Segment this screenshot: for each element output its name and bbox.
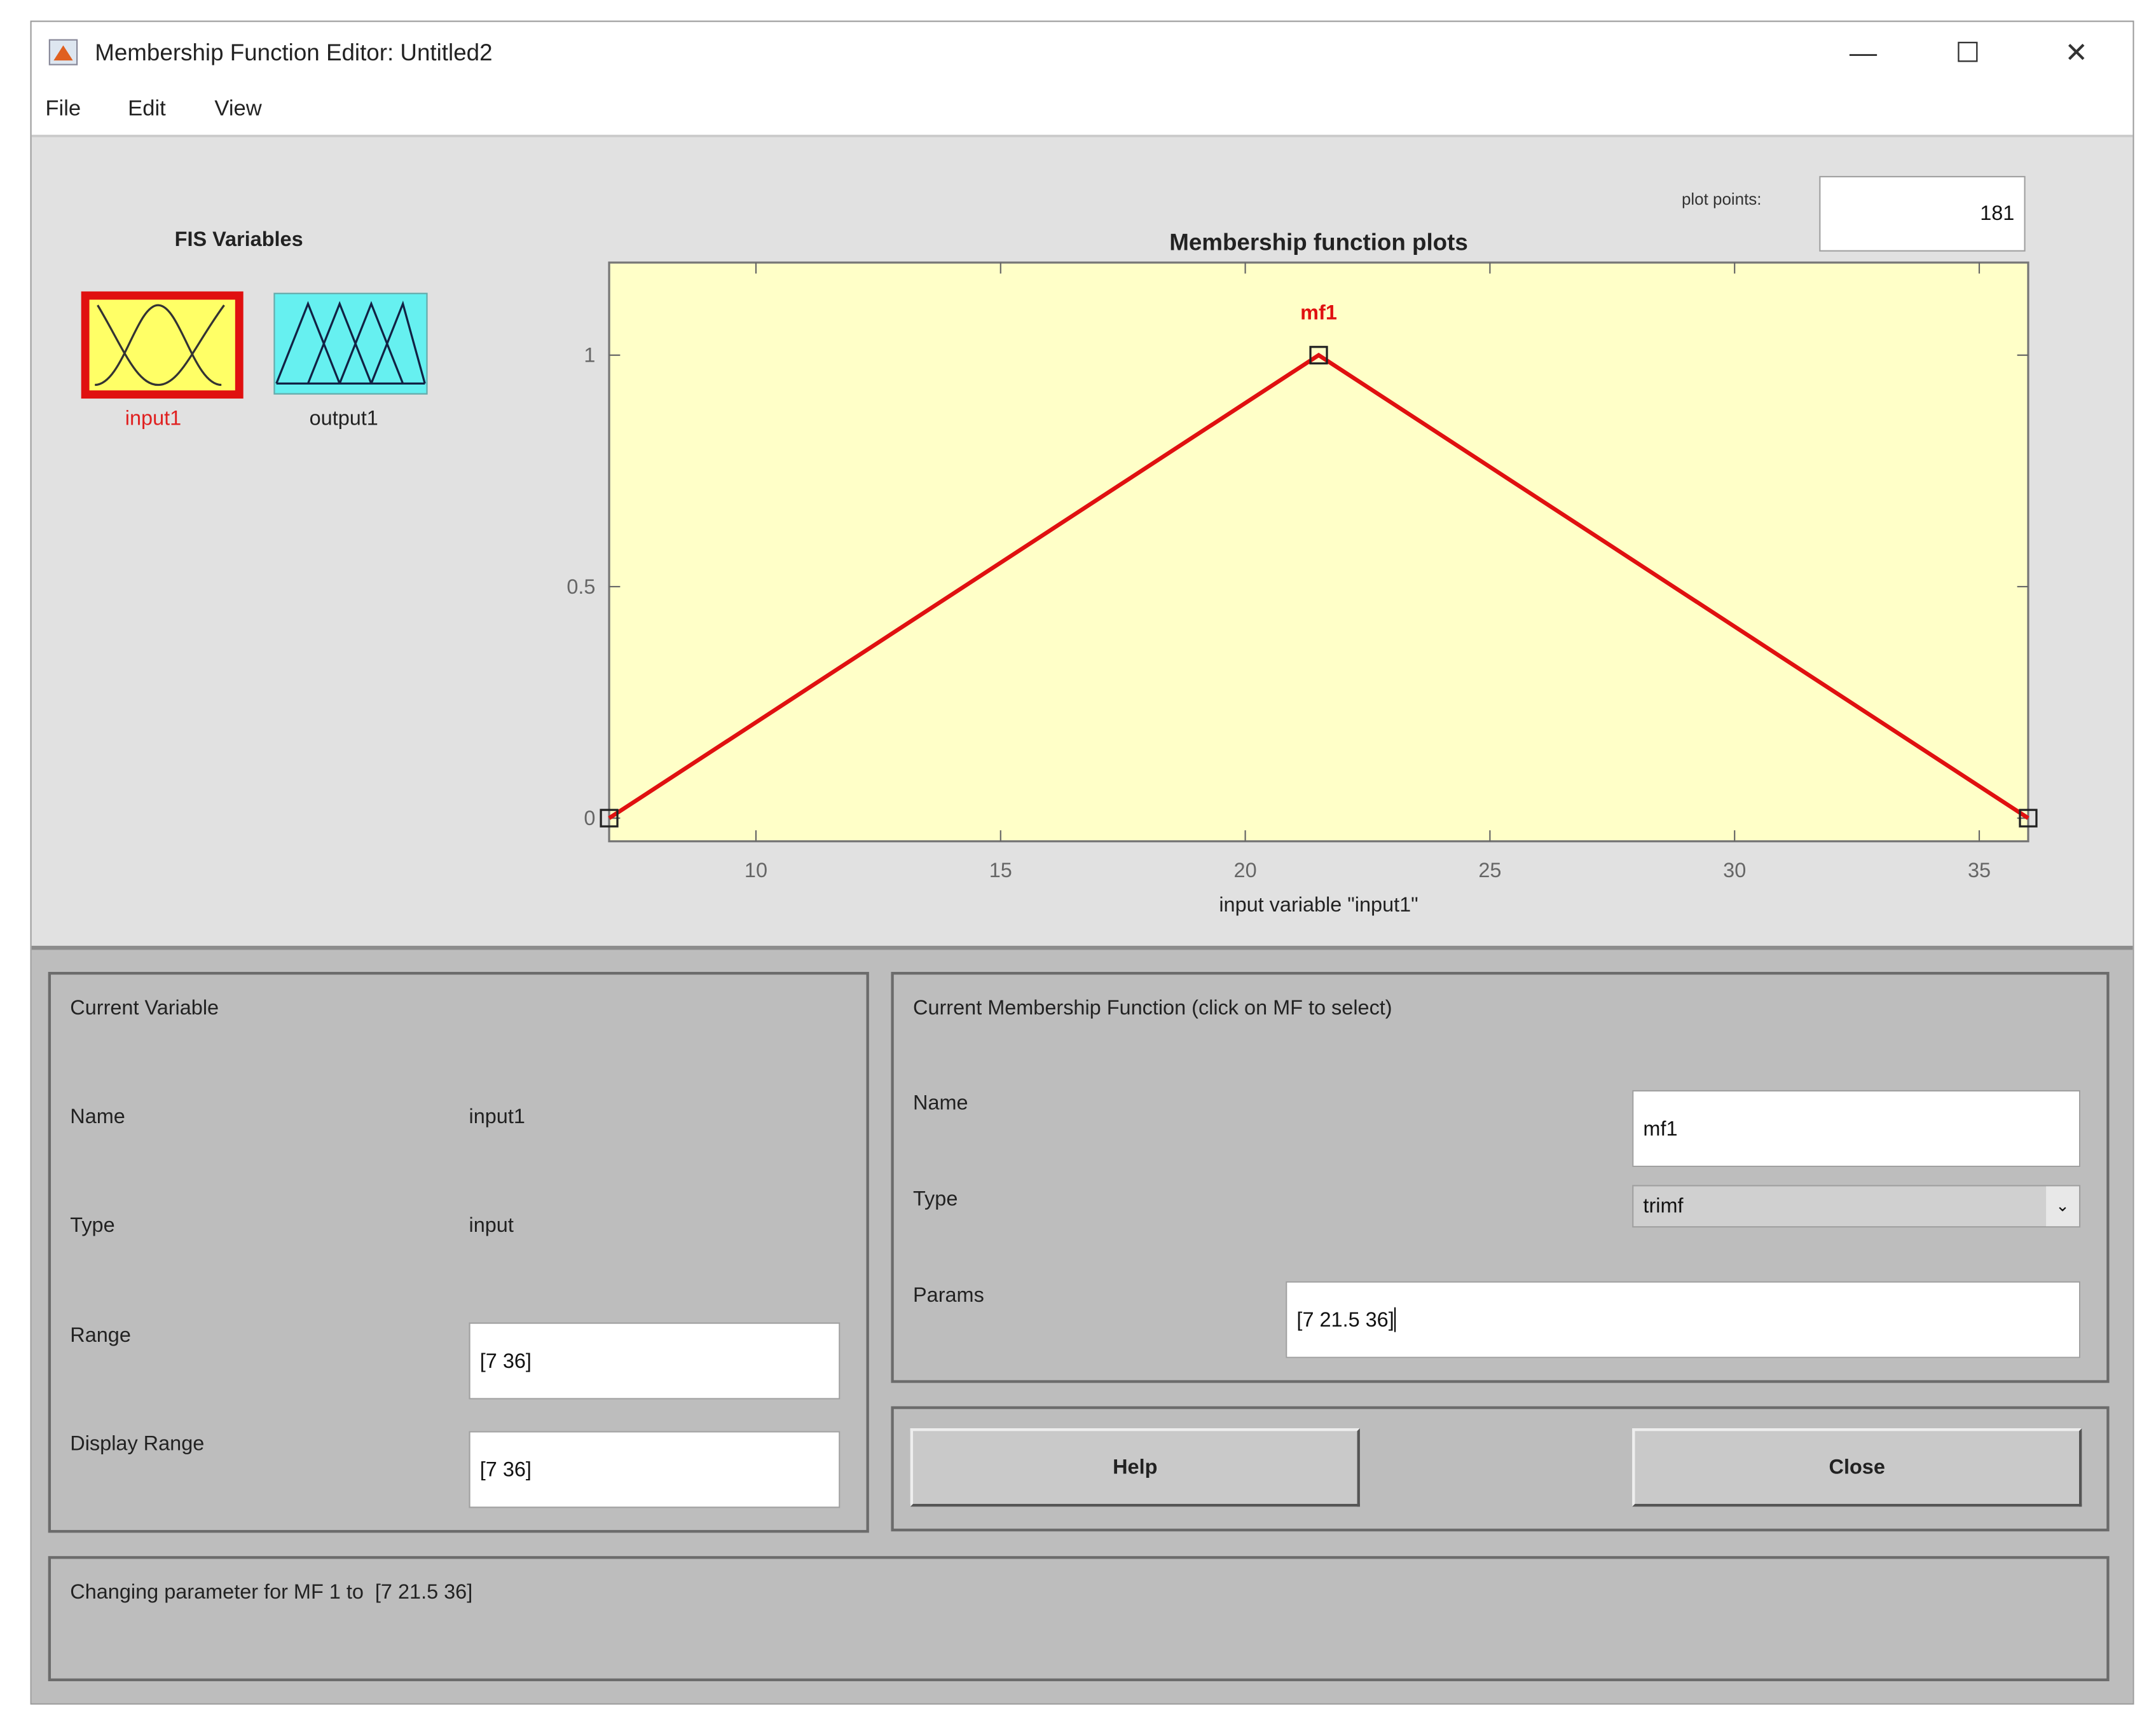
- title-bar: Membership Function Editor: Untitled2 — …: [31, 22, 2133, 86]
- help-button[interactable]: Help: [910, 1428, 1360, 1507]
- menu-edit[interactable]: Edit: [128, 98, 166, 123]
- range-label: Range: [70, 1323, 131, 1348]
- mf-type-select[interactable]: trimf ⌄: [1632, 1185, 2081, 1228]
- status-panel: Changing parameter for MF 1 to [7 21.5 3…: [48, 1556, 2110, 1681]
- button-panel: Help Close: [891, 1406, 2110, 1532]
- x-tick-label: 10: [745, 859, 767, 882]
- matlab-icon: [48, 39, 78, 65]
- chevron-down-icon[interactable]: ⌄: [2046, 1186, 2080, 1227]
- x-axis-label: input variable "input1": [1219, 893, 1418, 916]
- variable-type-value: input: [469, 1213, 514, 1238]
- window-title: Membership Function Editor: Untitled2: [95, 39, 493, 66]
- fis-variables-title: FIS Variables: [174, 228, 303, 252]
- current-variable-title: Current Variable: [70, 996, 219, 1020]
- menu-bar: File Edit View: [31, 85, 2133, 138]
- control-area: Current Variable Name input1 Type input …: [31, 950, 2133, 1703]
- x-tick-label: 15: [989, 859, 1012, 882]
- params-label: Params: [913, 1283, 984, 1307]
- menu-view[interactable]: View: [214, 98, 261, 123]
- x-tick-label: 35: [1968, 859, 1991, 882]
- x-tick-label: 30: [1723, 859, 1746, 882]
- menu-file[interactable]: File: [45, 98, 81, 123]
- mf-name-label: Name: [913, 1091, 968, 1115]
- x-tick-label: 20: [1234, 859, 1257, 882]
- mf-type-value: trimf: [1643, 1194, 1684, 1218]
- close-icon[interactable]: ✕: [2049, 33, 2104, 74]
- plot-points-label: plot points:: [1681, 189, 1762, 209]
- mf-name-input[interactable]: mf1: [1632, 1090, 2081, 1168]
- mf-type-label: Type: [913, 1187, 958, 1212]
- mf-editor-window: Membership Function Editor: Untitled2 — …: [30, 20, 2134, 1705]
- input1-variable-box[interactable]: [81, 291, 244, 399]
- text-cursor: [1394, 1307, 1396, 1332]
- plot-area: FIS Variables input1 output1 plot points…: [31, 137, 2133, 950]
- maximize-icon[interactable]: ☐: [1940, 33, 1996, 74]
- current-mf-title: Current Membership Function (click on MF…: [913, 996, 1392, 1020]
- output1-variable-box[interactable]: [273, 292, 428, 395]
- chart-title: Membership function plots: [1169, 229, 1468, 256]
- x-tick-label: 25: [1478, 859, 1501, 882]
- y-tick-label: 0: [584, 807, 595, 829]
- variable-name-value: input1: [469, 1105, 525, 1129]
- input1-label[interactable]: input1: [125, 407, 181, 430]
- current-mf-panel: Current Membership Function (click on MF…: [891, 972, 2110, 1383]
- name-label: Name: [70, 1105, 125, 1129]
- params-input[interactable]: [7 21.5 36]: [1286, 1281, 2081, 1358]
- output1-label[interactable]: output1: [310, 407, 378, 430]
- close-button[interactable]: Close: [1632, 1428, 2082, 1507]
- type-label: Type: [70, 1213, 115, 1238]
- y-tick-label: 0.5: [566, 575, 595, 598]
- current-variable-panel: Current Variable Name input1 Type input …: [48, 972, 869, 1533]
- status-text: Changing parameter for MF 1 to [7 21.5 3…: [70, 1581, 473, 1604]
- plot-background: [608, 261, 2029, 843]
- display-range-input[interactable]: [7 36]: [469, 1431, 841, 1508]
- membership-function-plot[interactable]: Membership function plots input variable …: [526, 220, 2094, 935]
- params-value: [7 21.5 36]: [1296, 1307, 1394, 1332]
- y-tick-label: 1: [584, 344, 595, 367]
- display-range-label: Display Range: [70, 1432, 205, 1456]
- mf-label: mf1: [1300, 301, 1337, 324]
- range-input[interactable]: [7 36]: [469, 1322, 841, 1400]
- minimize-icon[interactable]: —: [1836, 33, 1891, 74]
